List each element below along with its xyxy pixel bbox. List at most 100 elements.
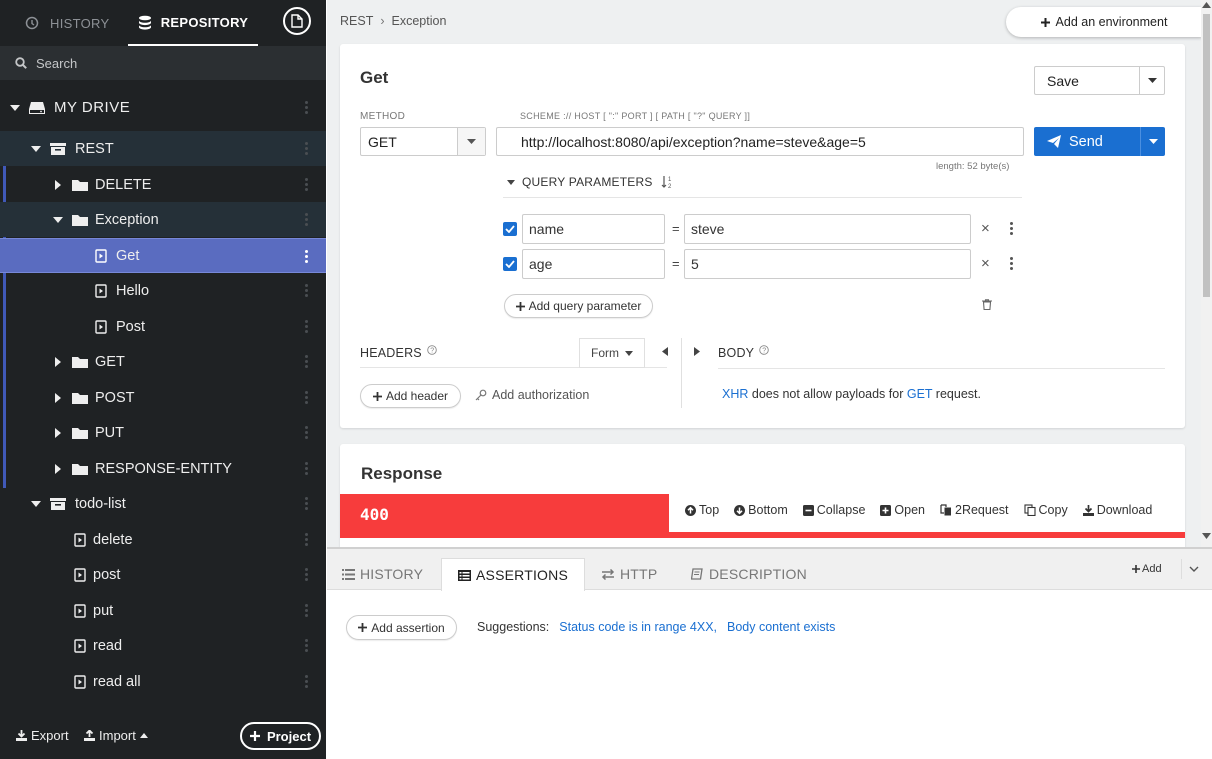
- xhr-link[interactable]: XHR: [722, 387, 748, 401]
- tab-repository[interactable]: REPOSITORY: [128, 0, 258, 46]
- collapse-button[interactable]: Collapse: [802, 503, 865, 517]
- export-button[interactable]: Export: [16, 728, 69, 743]
- more-icon[interactable]: [305, 462, 308, 475]
- help-icon[interactable]: ?: [759, 345, 769, 355]
- new-document-button[interactable]: [283, 7, 311, 35]
- tree-item-post-folder[interactable]: POST: [0, 380, 326, 415]
- more-icon[interactable]: [305, 355, 308, 368]
- param-enabled-checkbox[interactable]: [503, 222, 517, 236]
- tree-item-put-folder[interactable]: PUT: [0, 415, 326, 450]
- breadcrumb-item[interactable]: Exception: [392, 14, 447, 28]
- more-icon[interactable]: [1010, 222, 1013, 237]
- remove-param-icon[interactable]: ×: [981, 220, 990, 237]
- more-icon[interactable]: [305, 675, 308, 688]
- top-button[interactable]: Top: [685, 503, 719, 517]
- suggestion-link[interactable]: Status code is in range 4XX,: [559, 620, 717, 634]
- more-icon[interactable]: [305, 533, 308, 546]
- download-icon: [1082, 504, 1094, 516]
- breadcrumb: REST › Exception: [340, 14, 446, 28]
- scroll-down-icon[interactable]: [1202, 533, 1211, 539]
- param-name-input[interactable]: age: [522, 249, 665, 279]
- tree-item-todo-delete[interactable]: delete: [0, 522, 326, 557]
- param-value-input[interactable]: steve: [684, 214, 971, 244]
- tree-item-todo-put[interactable]: put: [0, 593, 326, 628]
- search-input[interactable]: Search: [0, 46, 326, 80]
- more-icon[interactable]: [305, 101, 308, 114]
- scrollbar[interactable]: [1201, 0, 1212, 547]
- tree-item-todo-read[interactable]: read: [0, 628, 326, 663]
- tree-item-todo-read-all[interactable]: read all: [0, 664, 326, 699]
- send-dropdown[interactable]: [1140, 127, 1165, 156]
- tab-http[interactable]: HTTP: [601, 558, 657, 590]
- add-header-button[interactable]: Add header: [360, 384, 461, 408]
- query-parameters-toggle[interactable]: QUERY PARAMETERS 12: [507, 175, 682, 189]
- bottom-button[interactable]: Bottom: [734, 503, 788, 517]
- more-icon[interactable]: [305, 568, 308, 581]
- scrollbar-thumb[interactable]: [1203, 14, 1210, 297]
- tree-item-todo-post[interactable]: post: [0, 557, 326, 592]
- url-input[interactable]: http://localhost:8080/api/exception?name…: [496, 127, 1024, 156]
- more-icon[interactable]: [305, 284, 308, 297]
- tree-item-get-folder[interactable]: GET: [0, 344, 326, 379]
- more-icon[interactable]: [305, 178, 308, 191]
- trash-icon[interactable]: [982, 299, 992, 310]
- download-button[interactable]: Download: [1082, 503, 1152, 517]
- more-icon[interactable]: [305, 142, 308, 155]
- headers-mode-select[interactable]: Form: [579, 338, 645, 368]
- remove-param-icon[interactable]: ×: [981, 255, 990, 272]
- request-file-icon: [74, 532, 86, 547]
- add-assertion-button[interactable]: Add assertion: [346, 615, 457, 640]
- request-file-icon: [74, 674, 86, 689]
- tree-item-todo-list[interactable]: todo-list: [0, 486, 326, 521]
- tab-assertions[interactable]: ASSERTIONS: [441, 558, 585, 591]
- tab-history[interactable]: HISTORY: [25, 0, 109, 46]
- get-link[interactable]: GET: [907, 387, 932, 401]
- sort-icon: 12: [661, 176, 671, 189]
- more-icon[interactable]: [305, 604, 308, 617]
- suggestion-link[interactable]: Body content exists: [727, 620, 835, 634]
- tree-item-post-request[interactable]: Post: [0, 309, 326, 344]
- send-button[interactable]: Send: [1034, 127, 1165, 156]
- tree-label: POST: [95, 389, 135, 406]
- method-select[interactable]: GET: [360, 127, 486, 156]
- collapse-left-icon[interactable]: [662, 347, 668, 356]
- more-icon[interactable]: [305, 497, 308, 510]
- help-icon[interactable]: ?: [427, 345, 437, 355]
- more-icon[interactable]: [305, 213, 308, 226]
- tab-history-bottom[interactable]: HISTORY: [342, 558, 423, 590]
- panel-toggle-button[interactable]: [1181, 559, 1205, 579]
- import-button[interactable]: Import: [84, 728, 148, 743]
- param-enabled-checkbox[interactable]: [503, 257, 517, 271]
- add-environment-button[interactable]: Add an environment: [1006, 7, 1202, 37]
- add-button[interactable]: Add: [1132, 563, 1162, 575]
- to-request-button[interactable]: 2Request: [940, 503, 1009, 517]
- tree-item-response-entity-folder[interactable]: RESPONSE-ENTITY: [0, 451, 326, 486]
- more-icon[interactable]: [1010, 257, 1013, 272]
- add-query-parameter-button[interactable]: Add query parameter: [504, 294, 653, 318]
- scroll-up-icon[interactable]: [1202, 2, 1211, 8]
- copy-button[interactable]: Copy: [1023, 503, 1068, 517]
- method-dropdown[interactable]: [457, 128, 485, 155]
- more-icon[interactable]: [305, 250, 308, 263]
- tab-description[interactable]: DESCRIPTION: [691, 558, 807, 590]
- tree-item-my-drive[interactable]: MY DRIVE: [0, 90, 326, 125]
- open-button[interactable]: Open: [880, 503, 925, 517]
- expand-right-icon[interactable]: [694, 347, 700, 356]
- more-icon[interactable]: [305, 426, 308, 439]
- tree-item-get-request[interactable]: Get: [0, 238, 326, 273]
- breadcrumb-item[interactable]: REST: [340, 14, 373, 28]
- param-name-input[interactable]: name: [522, 214, 665, 244]
- tree-item-hello-request[interactable]: Hello: [0, 273, 326, 308]
- more-icon[interactable]: [305, 639, 308, 652]
- more-icon[interactable]: [305, 391, 308, 404]
- more-icon[interactable]: [305, 320, 308, 333]
- add-authorization-button[interactable]: Add authorization: [475, 388, 589, 402]
- add-project-button[interactable]: Project: [240, 722, 321, 750]
- param-value-input[interactable]: 5: [684, 249, 971, 279]
- save-dropdown[interactable]: [1139, 67, 1164, 94]
- top-label: Top: [699, 503, 720, 517]
- save-button[interactable]: Save: [1034, 66, 1165, 95]
- tree-item-delete-folder[interactable]: DELETE: [0, 167, 326, 202]
- tree-item-exception-folder[interactable]: Exception: [0, 202, 326, 237]
- tree-item-rest[interactable]: REST: [0, 131, 326, 166]
